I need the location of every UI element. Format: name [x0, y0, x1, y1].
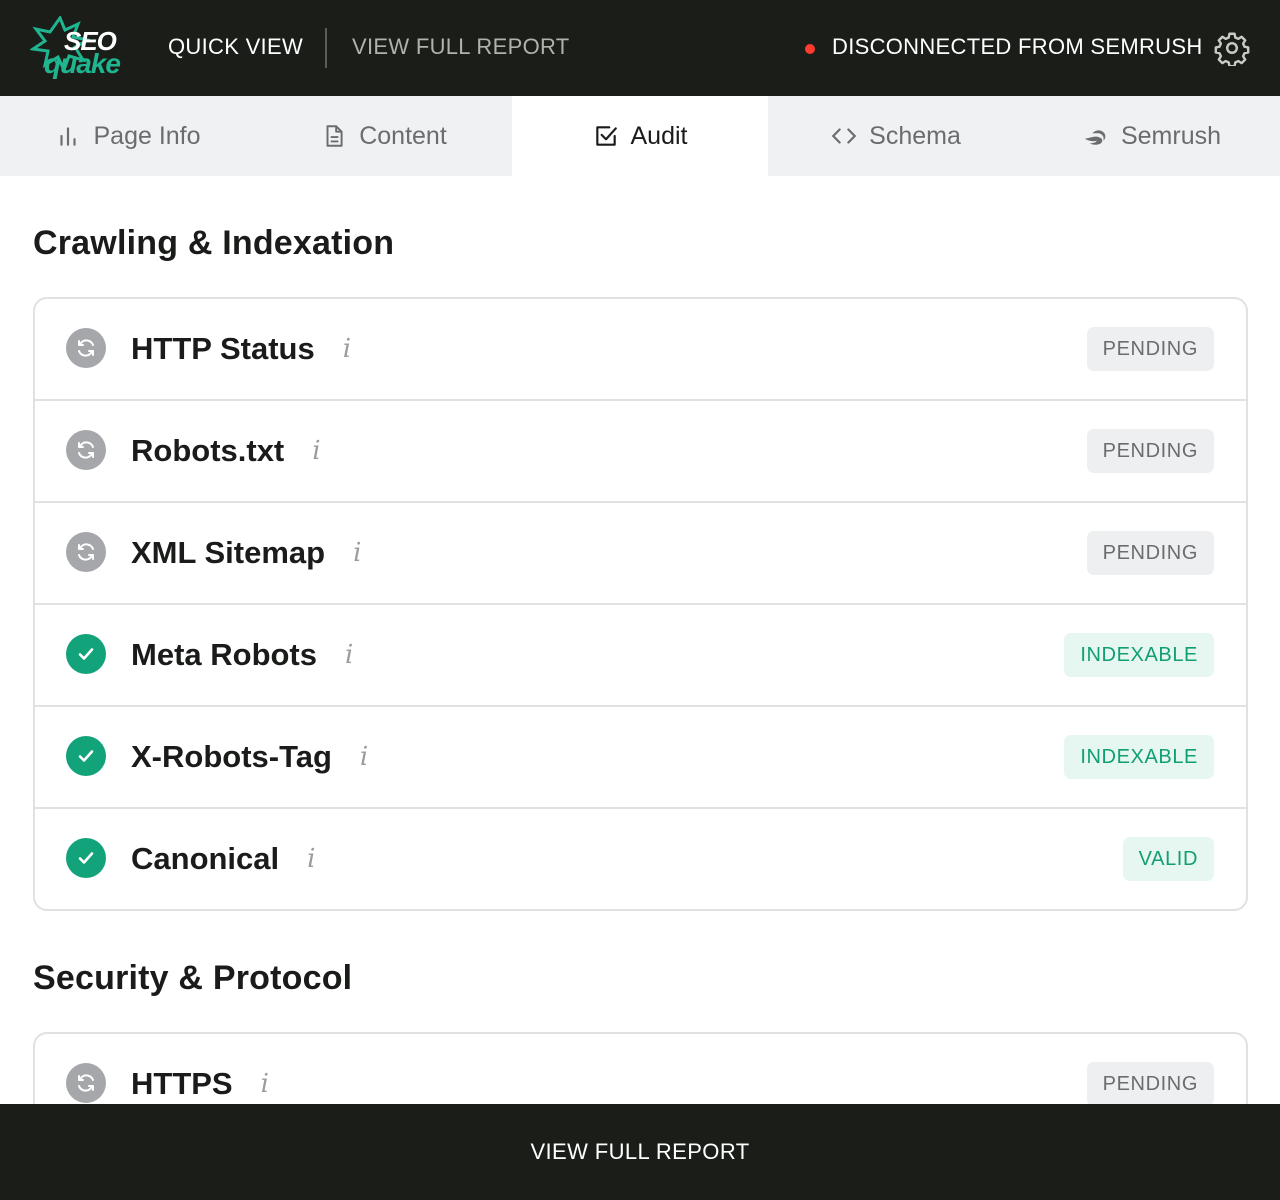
status-badge: PENDING	[1086, 327, 1214, 371]
info-icon[interactable]: i	[345, 640, 353, 670]
tab-label: Semrush	[1120, 121, 1222, 150]
tab-label: Schema	[869, 121, 961, 150]
tab-label: Audit	[630, 121, 688, 150]
connection-status-dot	[805, 44, 815, 54]
audit-row-label: Canonical	[131, 841, 280, 876]
nav-divider	[325, 28, 327, 68]
audit-row-label: Meta Robots	[131, 637, 317, 672]
status-badge: PENDING	[1086, 531, 1214, 575]
tab-label: Content	[359, 121, 447, 150]
info-icon[interactable]: i	[343, 334, 351, 364]
tab-label: Page Info	[93, 121, 201, 150]
audit-row-http-status: HTTP Status i PENDING	[35, 299, 1246, 401]
audit-row-robots-txt: Robots.txt i PENDING	[35, 401, 1246, 503]
info-icon[interactable]: i	[353, 538, 361, 568]
audit-row-label: XML Sitemap	[131, 535, 326, 570]
audit-row-label: Robots.txt	[131, 433, 285, 468]
section-title-security: Security & Protocol	[33, 959, 353, 997]
tab-schema[interactable]: Schema	[768, 96, 1024, 176]
document-icon	[326, 125, 343, 147]
check-icon	[66, 736, 106, 776]
top-bar: SEO quake QUICK VIEW VIEW FULL REPORT DI…	[0, 0, 1280, 96]
audit-row-label: HTTP Status	[131, 331, 315, 366]
checkbox-icon	[595, 126, 617, 146]
code-icon	[832, 128, 857, 144]
info-icon[interactable]: i	[360, 742, 368, 772]
pending-sync-icon	[66, 1063, 106, 1103]
tab-page-info[interactable]: Page Info	[0, 96, 256, 176]
tab-bar: Page Info Content Audit Schema Semrush	[0, 96, 1280, 176]
pending-sync-icon	[66, 430, 106, 470]
section-title-crawling: Crawling & Indexation	[33, 224, 395, 262]
pending-sync-icon	[66, 328, 106, 368]
footer-button-label: VIEW FULL REPORT	[530, 1139, 750, 1164]
semrush-icon	[1084, 130, 1106, 145]
audit-row-label: HTTPS	[131, 1066, 233, 1101]
view-full-report-button[interactable]: VIEW FULL REPORT	[0, 1104, 1280, 1200]
seoquake-logo[interactable]: SEO quake	[30, 14, 130, 80]
status-badge: INDEXABLE	[1064, 735, 1214, 779]
connection-status-text: DISCONNECTED FROM SEMRUSH	[832, 34, 1203, 59]
check-icon	[66, 838, 106, 878]
status-badge: INDEXABLE	[1064, 633, 1214, 677]
tab-semrush[interactable]: Semrush	[1024, 96, 1280, 176]
view-full-report-link[interactable]: VIEW FULL REPORT	[352, 34, 570, 60]
info-icon[interactable]: i	[307, 844, 315, 874]
audit-row-canonical: Canonical i VALID	[35, 809, 1246, 909]
info-icon[interactable]: i	[261, 1069, 269, 1099]
gear-icon[interactable]	[1214, 30, 1250, 66]
tab-audit[interactable]: Audit	[512, 96, 768, 176]
check-icon	[66, 634, 106, 674]
crawling-card: HTTP Status i PENDING Robots.txt i PENDI…	[33, 297, 1248, 911]
bar-chart-icon	[60, 127, 77, 146]
status-badge: VALID	[1122, 837, 1214, 881]
quick-view-link[interactable]: QUICK VIEW	[168, 34, 303, 60]
audit-row-meta-robots: Meta Robots i INDEXABLE	[35, 605, 1246, 707]
tab-content[interactable]: Content	[256, 96, 512, 176]
audit-row-xml-sitemap: XML Sitemap i PENDING	[35, 503, 1246, 605]
pending-sync-icon	[66, 532, 106, 572]
status-badge: PENDING	[1086, 429, 1214, 473]
audit-row-x-robots-tag: X-Robots-Tag i INDEXABLE	[35, 707, 1246, 809]
logo-text-quake: quake	[44, 48, 121, 79]
status-badge: PENDING	[1086, 1062, 1214, 1106]
audit-row-label: X-Robots-Tag	[131, 739, 332, 774]
info-icon[interactable]: i	[312, 436, 320, 466]
